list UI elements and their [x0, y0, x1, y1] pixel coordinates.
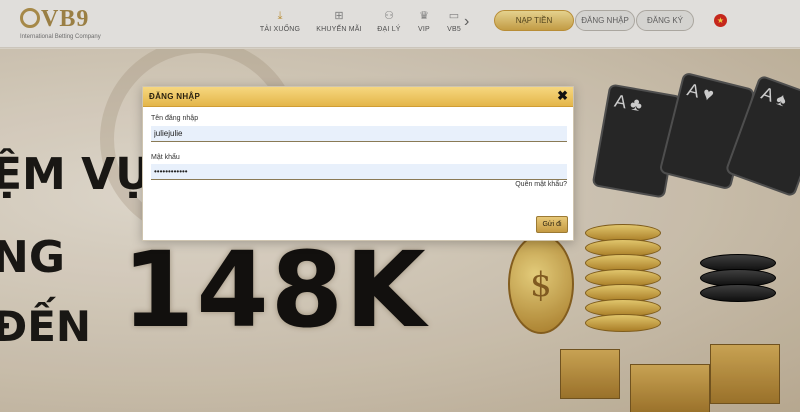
- login-modal-title: ĐĂNG NHẬP: [149, 92, 201, 101]
- username-label: Tên đăng nhập: [151, 115, 199, 122]
- submit-button[interactable]: Gửi đi: [536, 216, 568, 233]
- login-modal-header: ĐĂNG NHẬP ✖: [143, 87, 573, 107]
- forgot-password-link[interactable]: Quên mật khẩu?: [515, 181, 567, 188]
- login-modal: ĐĂNG NHẬP ✖ Tên đăng nhập Mật khẩu Quên …: [142, 86, 574, 241]
- username-field[interactable]: [151, 126, 567, 142]
- password-label: Mật khẩu: [151, 154, 180, 161]
- password-field[interactable]: [151, 164, 567, 180]
- close-icon[interactable]: ✖: [557, 89, 568, 103]
